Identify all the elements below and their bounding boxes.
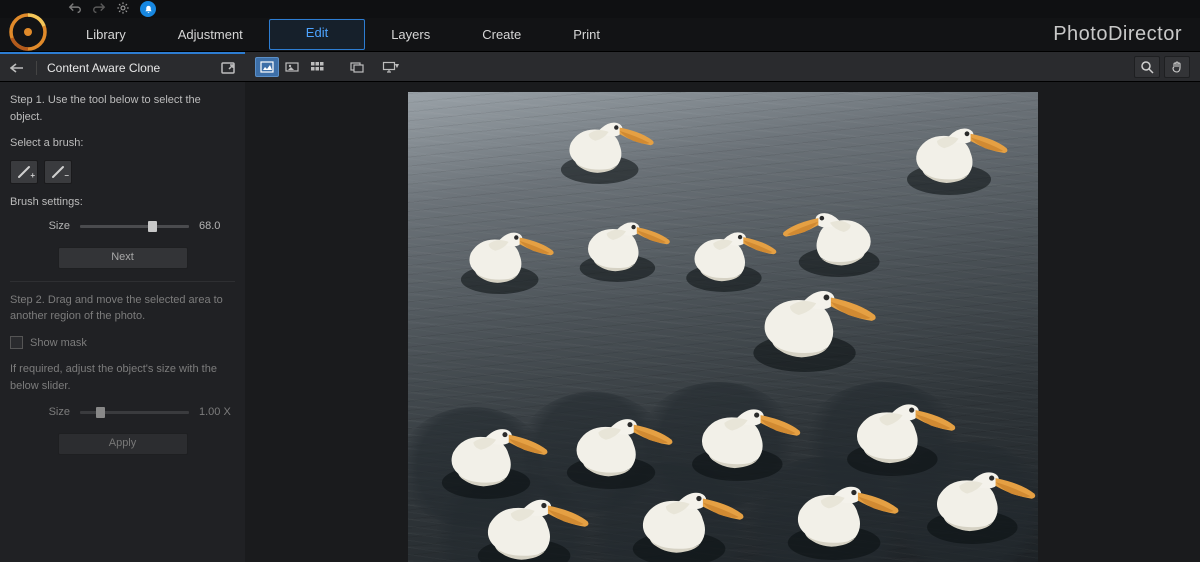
menu-library[interactable]: Library <box>60 19 152 50</box>
size2-value: 1.00 X <box>199 404 235 421</box>
pelican <box>898 117 1018 195</box>
viewer: ▼ <box>245 52 1200 562</box>
menu-create[interactable]: Create <box>456 19 547 50</box>
pelican-clone <box>683 397 811 481</box>
canvas[interactable] <box>245 82 1200 562</box>
step2-instruction: Step 2. Drag and move the selected area … <box>10 292 235 325</box>
subtract-brush-button[interactable]: – <box>44 160 72 184</box>
menu-layers[interactable]: Layers <box>365 19 456 50</box>
pelican <box>573 212 678 282</box>
viewer-toolbar: ▼ <box>245 52 1200 82</box>
size-slider[interactable] <box>80 225 189 228</box>
undo-icon[interactable] <box>68 1 82 18</box>
pelican-clone <box>778 474 910 560</box>
screen-mode-icon[interactable] <box>345 57 369 77</box>
pelican-clone <box>623 480 755 562</box>
left-panel: Content Aware Clone Step 1. Use the tool… <box>0 52 245 562</box>
gear-icon[interactable] <box>116 1 130 18</box>
step1-instruction: Step 1. Use the tool below to select the… <box>10 92 235 125</box>
popout-button[interactable] <box>217 58 239 78</box>
brush-settings-label: Brush settings: <box>10 194 235 211</box>
panel-title: Content Aware Clone <box>36 61 217 75</box>
size2-slider[interactable] <box>80 411 189 414</box>
back-button[interactable] <box>6 58 28 78</box>
menu-print[interactable]: Print <box>547 19 626 50</box>
add-brush-button[interactable]: + <box>10 160 38 184</box>
size2-label: Size <box>10 404 70 421</box>
menu-adjustment[interactable]: Adjustment <box>152 19 269 50</box>
next-button[interactable]: Next <box>58 247 188 269</box>
panel-divider <box>10 281 235 282</box>
notification-icon[interactable] <box>140 1 156 17</box>
view-single-icon[interactable] <box>255 57 279 77</box>
size-value: 68.0 <box>199 218 235 235</box>
display-mode-icon[interactable]: ▼ <box>379 57 403 77</box>
photo[interactable] <box>408 92 1038 562</box>
brand-label: PhotoDirector <box>1053 23 1182 46</box>
size-label: Size <box>10 218 70 235</box>
apply-button[interactable]: Apply <box>58 433 188 455</box>
pelican <box>453 222 563 294</box>
view-grid-icon[interactable] <box>305 57 329 77</box>
pelican <box>743 277 888 372</box>
select-brush-label: Select a brush: <box>10 135 235 152</box>
show-mask-checkbox[interactable] <box>10 336 23 349</box>
size-slider-thumb[interactable] <box>148 221 157 232</box>
pelican <box>553 112 663 184</box>
pelican <box>773 202 888 277</box>
redo-icon[interactable] <box>92 1 106 18</box>
menu-edit[interactable]: Edit <box>269 19 365 50</box>
system-bar <box>0 0 1200 18</box>
panel-header: Content Aware Clone <box>0 52 245 82</box>
pelican-clone <box>468 487 600 562</box>
adjust-size-text: If required, adjust the object's size wi… <box>10 361 235 394</box>
menu-bar: Library Adjustment Edit Layers Create Pr… <box>0 18 1200 52</box>
hand-tool-icon[interactable] <box>1164 56 1190 78</box>
app-logo <box>8 12 48 52</box>
pelican-clone <box>558 407 683 489</box>
zoom-tool-icon[interactable] <box>1134 56 1160 78</box>
size2-slider-thumb[interactable] <box>96 407 105 418</box>
view-compare-icon[interactable] <box>280 57 304 77</box>
pelican-clone <box>918 460 1038 544</box>
show-mask-label: Show mask <box>30 335 87 352</box>
